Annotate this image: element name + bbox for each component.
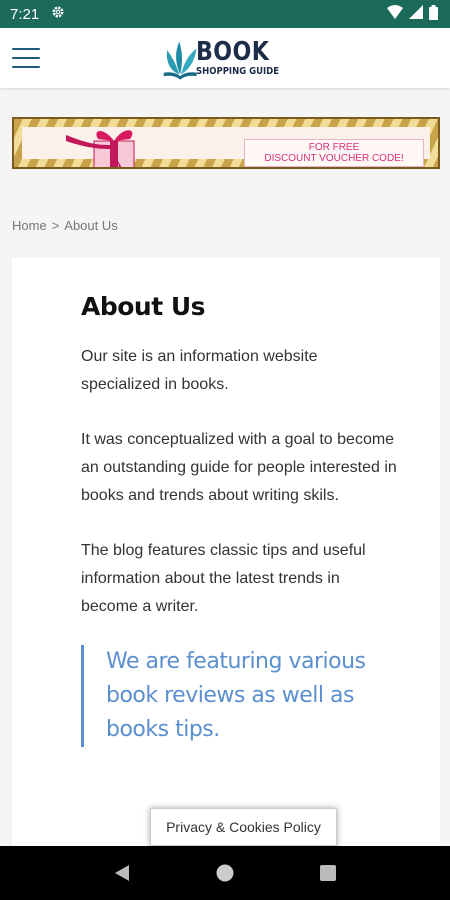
logo-title: BOOK	[196, 37, 270, 67]
paragraph-1: Our site is an information website speci…	[81, 348, 318, 393]
home-icon[interactable]	[213, 861, 237, 885]
banner-text: FOR FREE DISCOUNT VOUCHER CODE!	[244, 139, 424, 167]
hamburger-menu-icon[interactable]	[12, 48, 40, 68]
breadcrumb: Home > About Us	[12, 218, 118, 233]
back-icon[interactable]	[110, 861, 134, 885]
recents-icon[interactable]	[316, 861, 340, 885]
breadcrumb-current: About Us	[64, 218, 118, 233]
system-nav-bar	[0, 846, 450, 900]
breadcrumb-home-link[interactable]: Home	[12, 218, 47, 233]
content-card: About Us Our site is an information webs…	[12, 258, 440, 858]
wifi-icon	[387, 5, 403, 23]
settings-gear-icon	[51, 5, 65, 23]
site-logo[interactable]: BOOK SHOPPING GUIDE	[162, 32, 294, 84]
paragraph-2: It was conceptualized with a goal to bec…	[81, 431, 397, 504]
banner-line-2: DISCOUNT VOUCHER CODE!	[264, 153, 404, 164]
privacy-cookies-button[interactable]: Privacy & Cookies Policy	[150, 808, 337, 846]
logo-subtitle: SHOPPING GUIDE	[196, 66, 280, 77]
page-title: About Us	[81, 292, 206, 321]
book-leaf-logo-icon	[163, 41, 197, 80]
breadcrumb-separator: >	[51, 218, 60, 233]
gift-box-icon	[66, 130, 135, 167]
pull-quote: We are featuring various book reviews as…	[81, 645, 400, 747]
status-bar: 7:21	[0, 0, 450, 28]
battery-icon	[429, 4, 438, 24]
site-header: BOOK SHOPPING GUIDE	[0, 28, 450, 88]
promo-banner[interactable]: FOR FREE DISCOUNT VOUCHER CODE!	[12, 117, 440, 169]
banner-line-1: FOR FREE	[308, 142, 360, 153]
status-time: 7:21	[10, 5, 40, 23]
signal-icon	[409, 5, 423, 23]
paragraph-3: The blog features classic tips and usefu…	[81, 542, 366, 615]
